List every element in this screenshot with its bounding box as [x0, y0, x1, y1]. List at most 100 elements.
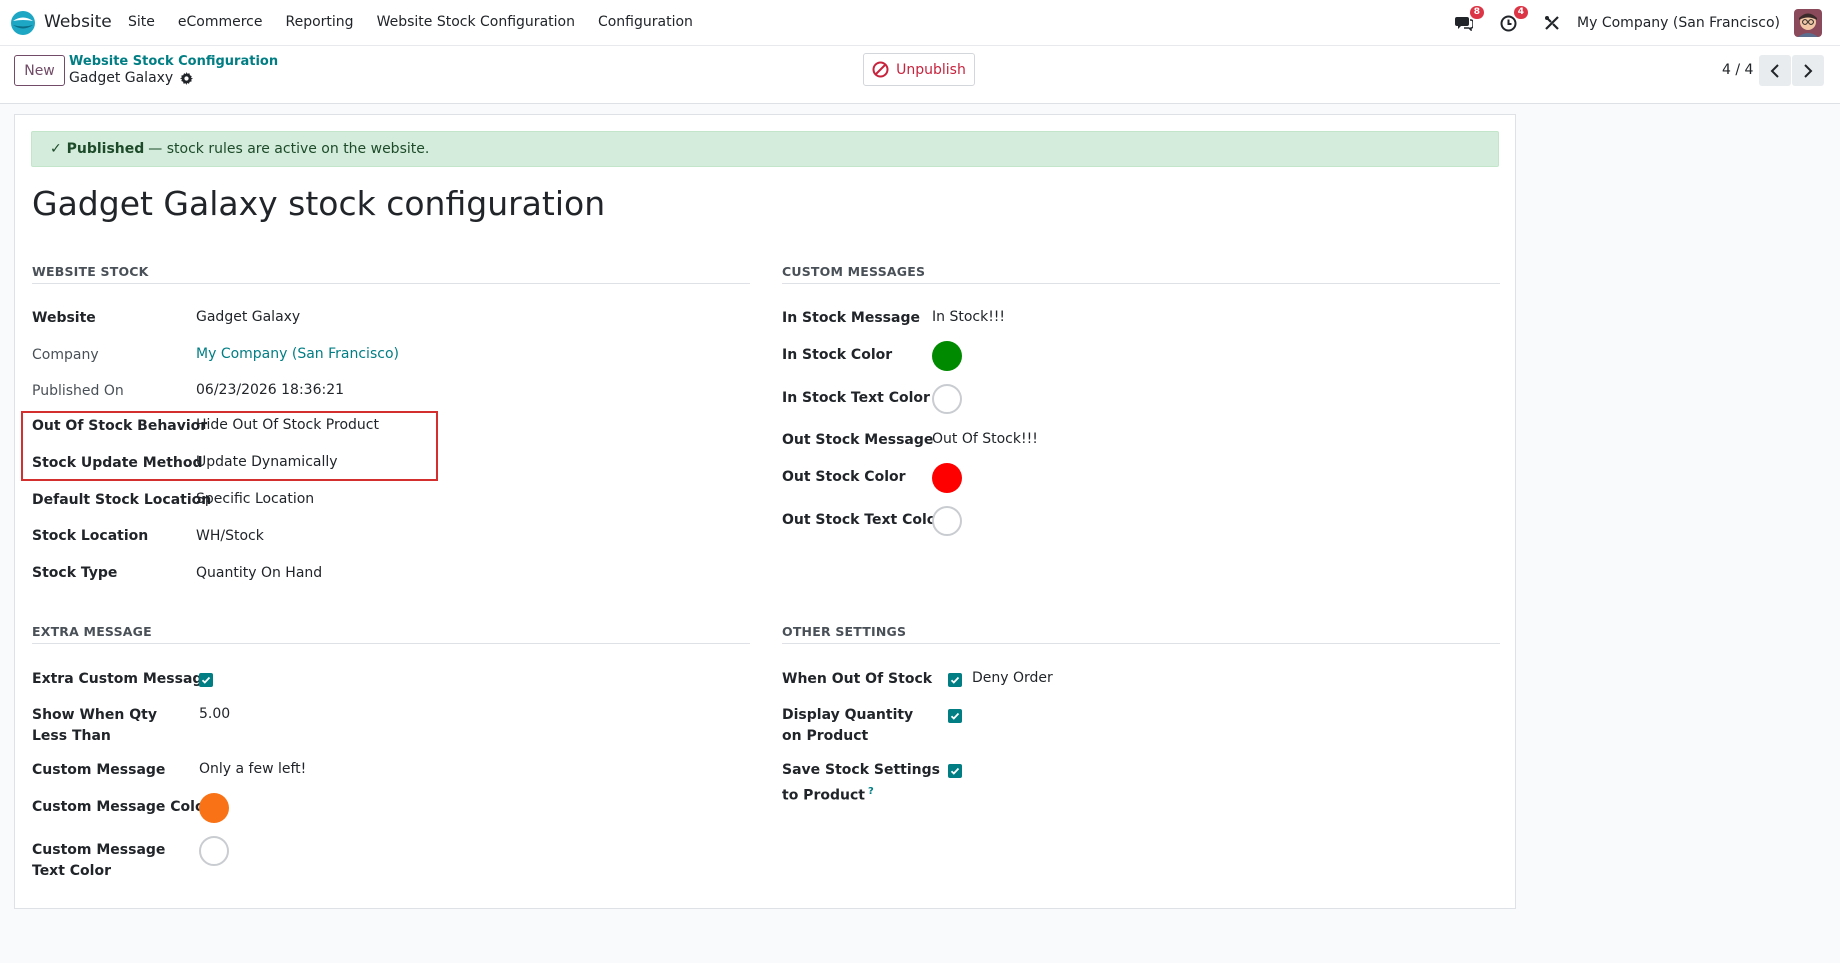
check-icon: [950, 676, 960, 684]
check-icon: [950, 712, 960, 720]
menu-configuration[interactable]: Configuration: [598, 14, 693, 30]
custom-message-color-swatch[interactable]: [199, 793, 229, 823]
value-stock-type[interactable]: Quantity On Hand: [196, 565, 322, 581]
pager-previous-button[interactable]: [1759, 55, 1791, 86]
pager-value[interactable]: 4 / 4: [1722, 62, 1753, 78]
pager-next-button[interactable]: [1792, 55, 1824, 86]
in-stock-text-color-swatch[interactable]: [932, 384, 962, 414]
label-extra-custom-message: Extra Custom Message: [32, 671, 212, 687]
label-in-stock-text-color: In Stock Text Color: [782, 390, 930, 406]
app-name[interactable]: Website: [44, 12, 112, 32]
messages-button[interactable]: 8: [1453, 5, 1486, 34]
check-icon: [950, 767, 960, 775]
group-divider: [32, 283, 750, 284]
label-website: Website: [32, 310, 96, 326]
activities-button[interactable]: 4: [1497, 5, 1530, 34]
group-title-other-settings: OTHER SETTINGS: [782, 624, 907, 639]
label-display-quantity-on-product: Display Quantity on Product: [782, 707, 914, 744]
form-sheet: ✓ Published — stock rules are active on …: [14, 114, 1516, 909]
tools-icon: [1545, 16, 1559, 30]
activities-badge: 4: [1512, 5, 1530, 20]
alert-strong: ✓ Published: [50, 141, 145, 157]
out-stock-text-color-swatch[interactable]: [932, 506, 962, 536]
breadcrumb-current: Gadget Galaxy: [69, 70, 194, 86]
menu-reporting[interactable]: Reporting: [286, 14, 354, 30]
group-title-custom-messages: CUSTOM MESSAGES: [782, 264, 926, 279]
value-company-link[interactable]: My Company (San Francisco): [196, 346, 399, 362]
label-out-of-stock-behavior: Out Of Stock Behavior: [32, 418, 208, 434]
record-name: Gadget Galaxy: [69, 70, 174, 86]
label-default-stock-location: Default Stock Location: [32, 492, 212, 508]
website-app-icon[interactable]: [10, 10, 36, 36]
label-in-stock-message: In Stock Message: [782, 310, 920, 326]
gear-icon[interactable]: [180, 71, 194, 85]
label-custom-message-color: Custom Message Color: [32, 799, 212, 815]
ban-icon: [872, 61, 889, 78]
unpublish-button[interactable]: Unpublish: [863, 53, 975, 86]
value-default-stock-location[interactable]: Specific Location: [196, 491, 314, 507]
chevron-right-icon: [1804, 63, 1813, 78]
value-out-of-stock-behavior[interactable]: Hide Out Of Stock Product: [196, 417, 379, 433]
company-switcher[interactable]: My Company (San Francisco): [1577, 15, 1780, 31]
group-title-website-stock: WEBSITE STOCK: [32, 264, 149, 279]
value-published-on: 06/23/2026 18:36:21: [196, 382, 345, 398]
label-show-when-qty-less-than: Show When Qty Less Than: [32, 707, 157, 744]
messages-badge: 8: [1468, 5, 1486, 20]
label-custom-message: Custom Message: [32, 762, 166, 778]
breadcrumb-parent[interactable]: Website Stock Configuration: [69, 54, 278, 69]
menu-website-stock-configuration[interactable]: Website Stock Configuration: [377, 14, 575, 30]
label-stock-update-method: Stock Update Method: [32, 455, 203, 471]
top-navbar: Website Site eCommerce Reporting Website…: [0, 0, 1840, 46]
value-website[interactable]: Gadget Galaxy: [196, 309, 300, 325]
unpublish-label: Unpublish: [896, 61, 966, 78]
save-settings-text: Save Stock Settings to Product: [782, 762, 940, 804]
page-title: Gadget Galaxy stock configuration: [32, 184, 606, 223]
value-out-stock-message[interactable]: Out Of Stock!!!: [932, 431, 1038, 447]
label-when-out-of-stock: When Out Of Stock: [782, 671, 933, 687]
deny-order-label[interactable]: Deny Order: [972, 670, 1053, 686]
menu-site[interactable]: Site: [128, 14, 155, 30]
check-icon: [201, 676, 211, 684]
label-published-on: Published On: [32, 383, 124, 399]
group-custom-messages: CUSTOM MESSAGES In Stock Message In Stoc…: [782, 264, 1500, 564]
debug-tools-button[interactable]: [1541, 12, 1563, 34]
in-stock-color-swatch[interactable]: [932, 341, 962, 371]
avatar-image: [1794, 9, 1822, 37]
label-stock-location: Stock Location: [32, 528, 149, 544]
new-button[interactable]: New: [14, 55, 65, 86]
control-panel: New Website Stock Configuration Gadget G…: [0, 46, 1840, 104]
save-stock-settings-checkbox[interactable]: [948, 764, 962, 778]
display-quantity-checkbox[interactable]: [948, 709, 962, 723]
help-tooltip-icon[interactable]: ?: [868, 786, 874, 797]
value-in-stock-message[interactable]: In Stock!!!: [932, 309, 1005, 325]
extra-custom-message-checkbox[interactable]: [199, 673, 213, 687]
label-custom-message-text-color: Custom Message Text Color: [32, 842, 166, 879]
label-out-stock-color: Out Stock Color: [782, 469, 906, 485]
when-out-of-stock-checkbox[interactable]: [948, 673, 962, 687]
menu-ecommerce[interactable]: eCommerce: [178, 14, 263, 30]
label-out-stock-message: Out Stock Message: [782, 432, 934, 448]
chevron-left-icon: [1770, 63, 1779, 78]
label-stock-type: Stock Type: [32, 565, 118, 581]
label-save-stock-settings: Save Stock Settings to Product?: [782, 760, 942, 807]
systray: 8 4 My Company (San Francisco): [1431, 0, 1822, 46]
group-other-settings: OTHER SETTINGS When Out Of Stock Deny Or…: [782, 624, 1500, 824]
group-extra-message: EXTRA MESSAGE Extra Custom Message Show …: [32, 624, 750, 894]
label-company: Company: [32, 347, 99, 363]
value-show-when-qty-less-than[interactable]: 5.00: [199, 706, 230, 722]
group-divider: [782, 643, 1500, 644]
group-divider: [32, 643, 750, 644]
label-in-stock-color: In Stock Color: [782, 347, 893, 363]
value-stock-update-method[interactable]: Update Dynamically: [196, 454, 338, 470]
main-menu: Site eCommerce Reporting Website Stock C…: [128, 14, 716, 30]
value-custom-message[interactable]: Only a few left!: [199, 761, 306, 777]
label-out-stock-text-color: Out Stock Text Color: [782, 512, 944, 528]
alert-text: — stock rules are active on the website.: [148, 141, 430, 157]
out-stock-color-swatch[interactable]: [932, 463, 962, 493]
value-stock-location[interactable]: WH/Stock: [196, 528, 264, 544]
published-alert: ✓ Published — stock rules are active on …: [31, 131, 1499, 167]
group-title-extra-message: EXTRA MESSAGE: [32, 624, 152, 639]
user-avatar[interactable]: [1794, 9, 1822, 37]
group-website-stock: WEBSITE STOCK Website Gadget Galaxy Comp…: [32, 264, 750, 594]
custom-message-text-color-swatch[interactable]: [199, 836, 229, 866]
